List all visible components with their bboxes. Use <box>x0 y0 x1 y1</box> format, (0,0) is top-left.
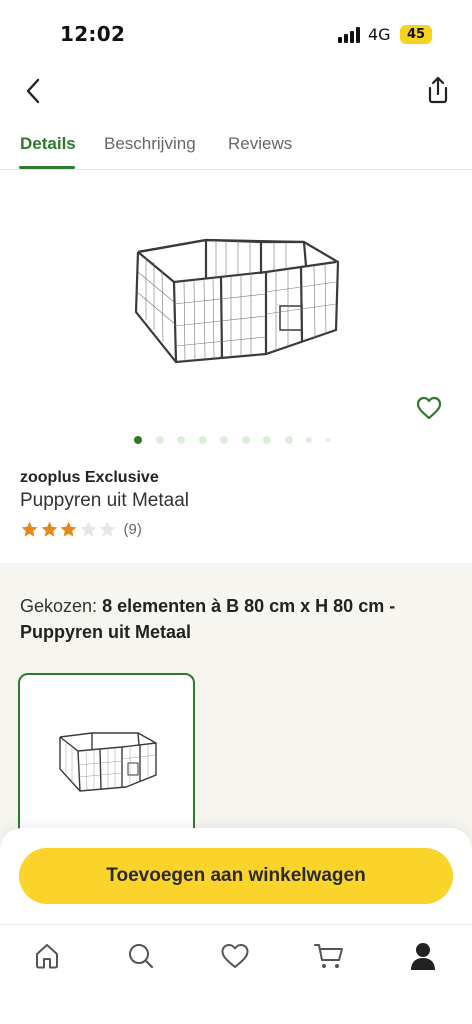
selected-variant: Gekozen: 8 elementen à B 80 cm x H 80 cm… <box>20 593 440 645</box>
heart-icon <box>416 396 442 420</box>
star-empty-icon <box>80 521 96 537</box>
share-icon <box>428 76 448 104</box>
search-icon <box>129 944 154 969</box>
product-brand[interactable]: zooplus Exclusive <box>20 469 159 487</box>
star-filled-icon <box>41 521 57 537</box>
status-bar: 12:02 4G 45 <box>0 0 472 60</box>
carousel-dot[interactable] <box>306 437 312 443</box>
carousel-dot[interactable] <box>241 436 250 444</box>
favorite-button[interactable] <box>414 393 444 423</box>
network-type: 4G <box>368 25 391 44</box>
product-rating[interactable]: (9) <box>20 519 142 539</box>
nav-home[interactable] <box>30 939 64 973</box>
carousel-dot[interactable] <box>155 436 164 444</box>
chevron-left-icon <box>26 78 40 104</box>
share-button[interactable] <box>422 74 454 106</box>
home-icon <box>36 944 58 969</box>
carousel-dot[interactable] <box>263 436 271 444</box>
product-image[interactable] <box>126 222 346 372</box>
review-count[interactable]: (9) <box>124 521 142 538</box>
battery-indicator: 45 <box>400 25 432 44</box>
cart-icon <box>314 944 343 968</box>
nav-account[interactable] <box>406 939 440 973</box>
carousel-dot[interactable] <box>177 436 185 444</box>
bottom-nav <box>0 924 472 1024</box>
star-empty-icon <box>99 521 116 537</box>
nav-favorites[interactable] <box>218 939 252 973</box>
variant-label: Gekozen: <box>20 596 98 616</box>
tab-reviews[interactable]: Reviews <box>228 134 292 154</box>
variant-section: Gekozen: 8 elementen à B 80 cm x H 80 cm… <box>0 563 472 863</box>
product-title: Puppyren uit Metaal <box>20 490 189 511</box>
active-tab-indicator <box>19 166 75 169</box>
star-filled-icon <box>21 521 38 537</box>
carousel-indicator <box>134 434 343 446</box>
add-to-cart-button[interactable]: Toevoegen aan winkelwagen <box>19 848 453 904</box>
account-icon <box>411 943 435 970</box>
back-button[interactable] <box>18 76 48 106</box>
add-to-cart-panel: Toevoegen aan winkelwagen <box>0 828 472 924</box>
carousel-dot[interactable] <box>220 436 228 444</box>
tab-details[interactable]: Details <box>20 134 76 154</box>
carousel-dot[interactable] <box>325 438 330 442</box>
variant-option-card[interactable] <box>18 673 195 853</box>
carousel-dot[interactable] <box>134 436 142 444</box>
variant-thumbnail <box>59 732 157 792</box>
carousel-dot[interactable] <box>284 436 293 444</box>
status-time: 12:02 <box>60 22 126 46</box>
tab-beschrijving[interactable]: Beschrijving <box>104 134 196 154</box>
nav-search[interactable] <box>124 939 158 973</box>
nav-cart[interactable] <box>312 939 346 973</box>
carousel-dot[interactable] <box>198 436 207 444</box>
heart-icon <box>221 944 249 968</box>
star-filled-icon <box>60 521 77 537</box>
signal-icon <box>338 27 360 43</box>
tab-bar: Details Beschrijving Reviews <box>0 120 472 170</box>
